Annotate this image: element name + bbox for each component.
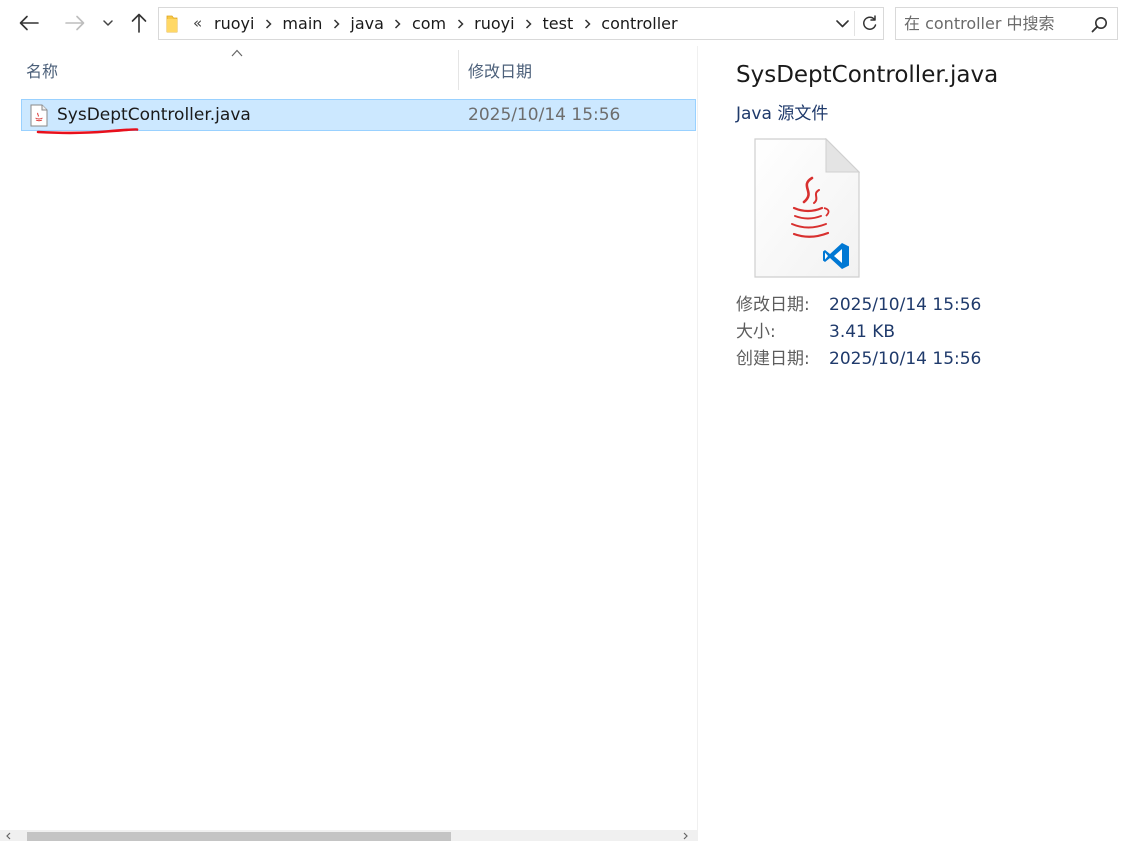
file-list-pane: 名称 修改日期 SysDeptController.java 2025/10/1… <box>0 46 697 841</box>
address-history-button[interactable] <box>831 8 853 39</box>
chevron-left-icon <box>5 832 10 839</box>
breadcrumb-separator[interactable] <box>518 8 540 39</box>
folder-icon <box>166 15 178 33</box>
property-value: 3.41 KB <box>829 322 896 342</box>
chevron-right-icon <box>265 18 272 29</box>
address-divider <box>854 11 855 36</box>
details-pane: SysDeptController.java Java 源文件 修改日期: 20… <box>698 46 1130 841</box>
file-preview-thumbnail <box>754 138 860 278</box>
forward-button[interactable] <box>60 8 90 38</box>
breadcrumb-item[interactable]: controller <box>598 14 680 33</box>
chevron-down-icon <box>103 19 113 26</box>
refresh-icon <box>862 15 876 30</box>
breadcrumb-item[interactable]: test <box>540 14 577 33</box>
property-value: 2025/10/14 15:56 <box>829 349 982 369</box>
search-input[interactable] <box>902 10 1082 37</box>
scrollbar-thumb[interactable] <box>27 832 451 841</box>
property-label: 创建日期: <box>736 349 810 369</box>
property-row: 大小: 3.41 KB <box>736 319 981 346</box>
breadcrumb-item[interactable]: com <box>409 14 449 33</box>
chevron-right-icon <box>526 18 532 29</box>
property-row: 创建日期: 2025/10/14 15:56 <box>736 346 981 373</box>
arrow-right-icon <box>65 15 85 31</box>
navigation-bar: « ruoyi main java com ruoyi test control… <box>0 0 1130 46</box>
chevron-right-icon <box>333 18 340 29</box>
horizontal-scrollbar[interactable] <box>0 830 697 841</box>
java-file-icon <box>30 104 48 127</box>
chevron-right-icon <box>395 18 401 29</box>
address-bar[interactable]: « ruoyi main java com ruoyi test control… <box>158 7 884 40</box>
breadcrumb-separator[interactable] <box>387 8 409 39</box>
details-file-name: SysDeptController.java <box>736 62 999 88</box>
chevron-right-icon <box>457 18 464 29</box>
chevron-right-icon <box>683 832 688 839</box>
arrow-up-icon <box>131 13 147 33</box>
address-overflow-button[interactable]: « <box>193 12 202 34</box>
breadcrumb-item[interactable]: ruoyi <box>211 14 257 33</box>
column-header-name[interactable]: 名称 <box>26 48 456 92</box>
up-button[interactable] <box>124 8 154 38</box>
breadcrumb-separator[interactable] <box>576 8 598 39</box>
search-button[interactable] <box>1089 14 1109 34</box>
search-box[interactable] <box>895 7 1118 40</box>
column-divider[interactable] <box>458 50 459 90</box>
breadcrumb-separator[interactable] <box>449 8 471 39</box>
breadcrumb-separator[interactable] <box>325 8 347 39</box>
property-value: 2025/10/14 15:56 <box>829 295 982 315</box>
breadcrumb: ruoyi main java com ruoyi test controlle… <box>211 8 681 39</box>
scroll-right-button[interactable] <box>679 830 691 841</box>
column-header-modified[interactable]: 修改日期 <box>468 48 688 92</box>
details-file-type: Java 源文件 <box>736 104 829 124</box>
breadcrumb-item[interactable]: java <box>347 14 387 33</box>
file-properties: 修改日期: 2025/10/14 15:56 大小: 3.41 KB 创建日期:… <box>736 292 981 373</box>
chevron-down-icon <box>835 19 849 27</box>
back-button[interactable] <box>14 8 44 38</box>
property-label: 修改日期: <box>736 295 810 315</box>
scroll-left-button[interactable] <box>2 830 14 841</box>
search-icon <box>1091 16 1107 32</box>
annotation-underline <box>36 128 139 135</box>
file-modified-date: 2025/10/14 15:56 <box>468 105 621 125</box>
breadcrumb-item[interactable]: main <box>279 14 325 33</box>
refresh-button[interactable] <box>857 8 881 39</box>
chevron-right-icon <box>584 18 591 29</box>
recent-locations-button[interactable] <box>94 8 122 38</box>
breadcrumb-separator[interactable] <box>257 8 279 39</box>
breadcrumb-item[interactable]: ruoyi <box>471 14 517 33</box>
property-label: 大小: <box>736 322 776 342</box>
arrow-left-icon <box>19 15 39 31</box>
property-row: 修改日期: 2025/10/14 15:56 <box>736 292 981 319</box>
